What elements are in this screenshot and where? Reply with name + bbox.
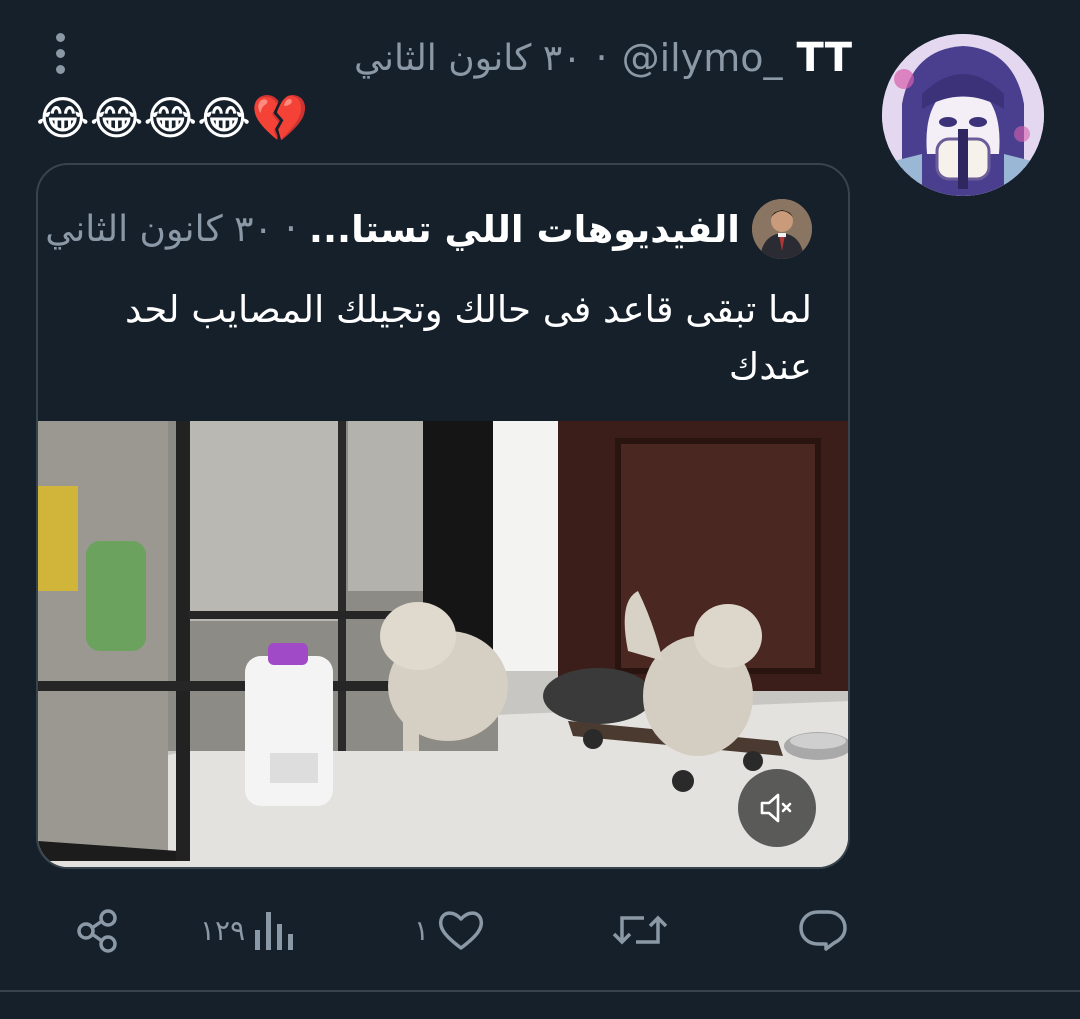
user-handle[interactable]: @ilymo_ (622, 36, 783, 80)
like-count: ١ (414, 913, 430, 947)
quoted-display-name[interactable]: الفيديوهات اللي تستا... (309, 208, 740, 251)
mute-button[interactable] (738, 769, 816, 847)
quoted-date[interactable]: ٣٠ كانون الثاني (45, 209, 273, 250)
share-icon (77, 909, 117, 953)
retweet-icon (612, 915, 668, 945)
separator-dot: · (595, 36, 608, 80)
quoted-tweet-header: الفيديوهات اللي تستا... · ٣٠ كانون الثان… (45, 199, 812, 259)
share-button[interactable] (72, 900, 124, 960)
views-count: ١٢٩ (200, 913, 246, 947)
video-thumbnail (38, 421, 848, 867)
views-bar-chart-icon (255, 912, 294, 950)
reply-button[interactable] (796, 900, 856, 960)
more-options-button[interactable] (40, 30, 80, 76)
volume-muted-icon (760, 793, 792, 823)
tweet-action-bar: ١٢٩ ١ (0, 880, 1080, 990)
tweet-date[interactable]: ٣٠ كانون الثاني (354, 38, 582, 79)
views-button[interactable]: ١٢٩ (200, 900, 295, 960)
display-name[interactable]: TT (797, 35, 853, 81)
heart-icon (438, 911, 484, 950)
reply-icon (799, 910, 847, 951)
quoted-separator-dot: · (284, 207, 297, 251)
tweet-text: 😂😂😂😂💔 (36, 91, 309, 145)
like-button[interactable]: ١ (414, 900, 487, 960)
quoted-tweet-card[interactable]: الفيديوهات اللي تستا... · ٣٠ كانون الثان… (36, 163, 850, 869)
tweet-header: TT @ilymo_ · ٣٠ كانون الثاني (354, 30, 852, 86)
more-vertical-icon (55, 32, 65, 42)
avatar[interactable] (882, 34, 1044, 196)
quoted-tweet-text: لما تبقى قاعد فى حالك وتجيلك المصايب لحد… (124, 288, 812, 388)
retweet-button[interactable] (610, 900, 676, 960)
quoted-avatar[interactable] (752, 199, 812, 259)
divider (0, 990, 1080, 992)
video-player[interactable] (38, 421, 848, 867)
